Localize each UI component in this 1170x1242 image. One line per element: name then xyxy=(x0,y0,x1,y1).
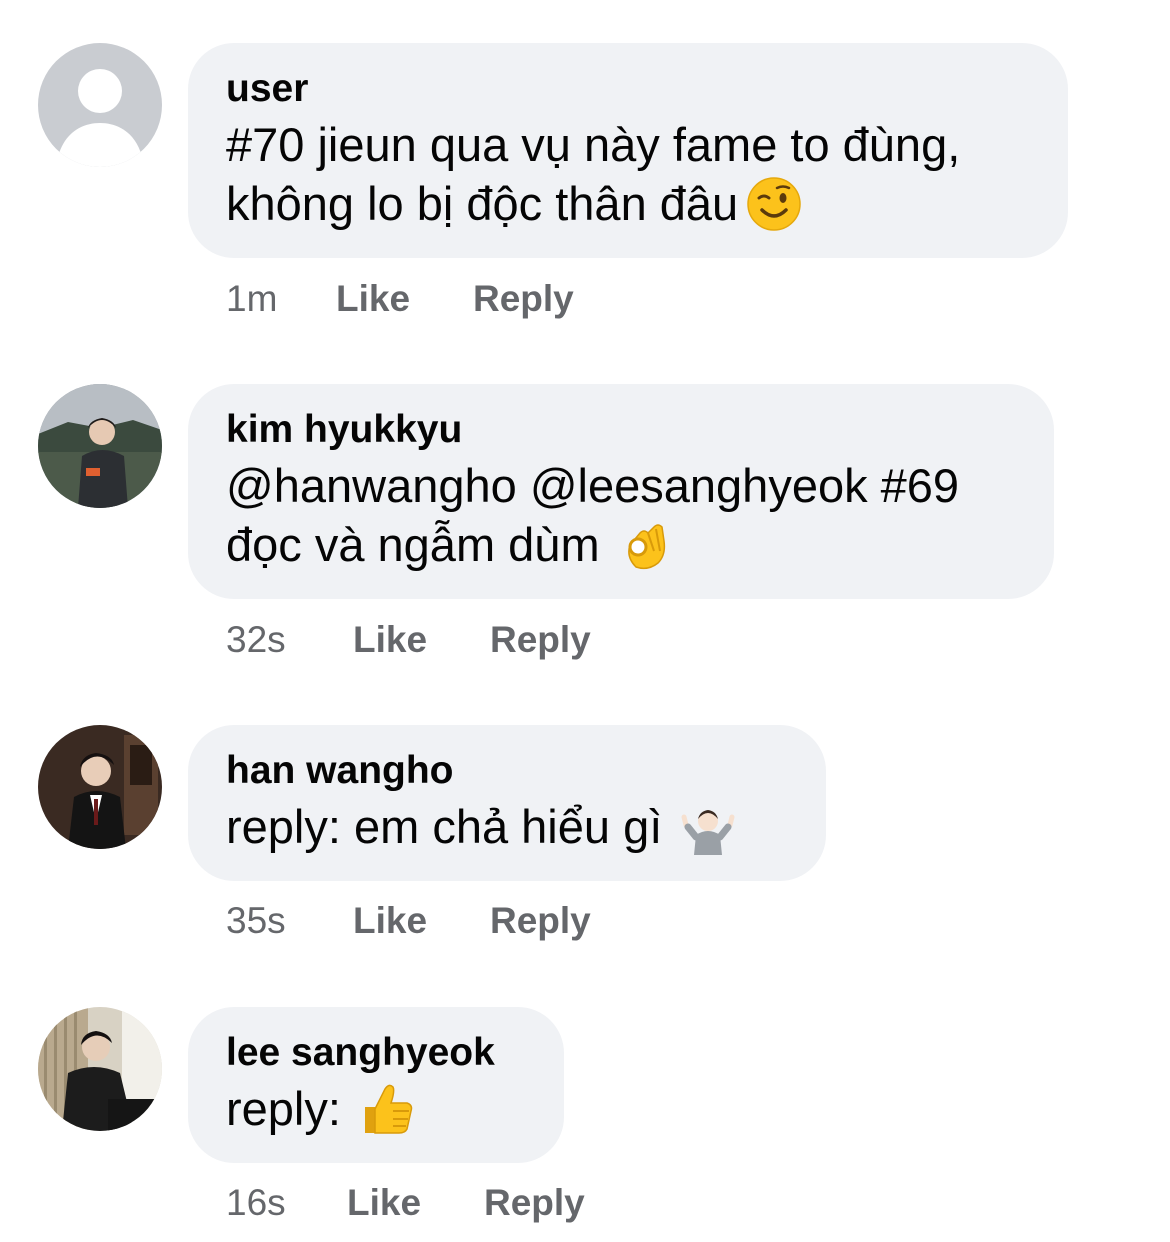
thumbs-up-emoji-icon xyxy=(359,1081,419,1137)
comment-time: 16s xyxy=(226,1182,286,1223)
comment-actions: 32s Like Reply xyxy=(226,618,591,662)
winking-face-emoji-icon xyxy=(746,176,802,232)
reply-button[interactable]: Reply xyxy=(490,618,591,662)
comment-time: 35s xyxy=(226,900,286,941)
comment-author[interactable]: lee sanghyeok xyxy=(226,1029,526,1077)
like-button[interactable]: Like xyxy=(353,899,490,943)
comment-bubble: lee sanghyeok reply: xyxy=(188,1007,564,1163)
profile-photo-icon xyxy=(38,725,162,849)
comment-text-segment: đọc và ngẫm dùm xyxy=(226,518,600,571)
like-button[interactable]: Like xyxy=(336,277,473,321)
comment-text-line: @hanwangho @leesanghyeok #69 xyxy=(226,459,960,512)
comment-text-line: đọc và ngẫm dùm xyxy=(226,515,1016,577)
comment-time: 32s xyxy=(226,619,286,660)
comment-bubble: user #70 jieun qua vụ này fame to đùng, … xyxy=(188,43,1068,258)
like-button[interactable]: Like xyxy=(353,618,490,662)
comment-text-segment: reply: em chả hiểu gì xyxy=(226,800,663,853)
comment-actions: 16s Like Reply xyxy=(226,1181,585,1225)
comment-author[interactable]: han wangho xyxy=(226,747,788,795)
comment-text-segment: reply: xyxy=(226,1082,341,1135)
default-user-icon xyxy=(38,43,162,167)
comment-text-line: reply: em chả hiểu gì xyxy=(226,797,788,859)
comment-author[interactable]: kim hyukkyu xyxy=(226,406,1016,454)
comment-bubble: kim hyukkyu @hanwangho @leesanghyeok #69… xyxy=(188,384,1054,599)
comment-time: 1m xyxy=(226,278,278,319)
comment-bubble: han wangho reply: em chả hiểu gì xyxy=(188,725,826,881)
comment-text: reply: xyxy=(226,1079,526,1141)
comment-text-line: reply: xyxy=(226,1079,526,1141)
comment-actions: 35s Like Reply xyxy=(226,899,591,943)
profile-photo-icon xyxy=(38,1007,162,1131)
comment-text: reply: em chả hiểu gì xyxy=(226,797,788,859)
like-button[interactable]: Like xyxy=(347,1181,484,1225)
default-avatar[interactable] xyxy=(38,43,162,167)
profile-photo-icon xyxy=(38,384,162,508)
comment-text: #70 jieun qua vụ này fame to đùng, không… xyxy=(226,115,1030,236)
comment-text-line: #70 jieun qua vụ này fame to đùng, xyxy=(226,118,961,171)
ok-hand-emoji-icon xyxy=(618,517,674,573)
reply-button[interactable]: Reply xyxy=(490,899,591,943)
comment-text: @hanwangho @leesanghyeok #69 đọc và ngẫm… xyxy=(226,456,1016,577)
reply-button[interactable]: Reply xyxy=(473,277,574,321)
comment-text-segment: không lo bị độc thân đâu xyxy=(226,177,739,230)
avatar[interactable] xyxy=(38,1007,162,1131)
comment-text-line: không lo bị độc thân đâu xyxy=(226,174,1030,236)
reply-button[interactable]: Reply xyxy=(484,1181,585,1225)
comment-actions: 1m Like Reply xyxy=(226,277,574,321)
person-shrugging-emoji-icon xyxy=(680,799,736,855)
comment-author[interactable]: user xyxy=(226,65,1030,113)
avatar[interactable] xyxy=(38,725,162,849)
avatar[interactable] xyxy=(38,384,162,508)
